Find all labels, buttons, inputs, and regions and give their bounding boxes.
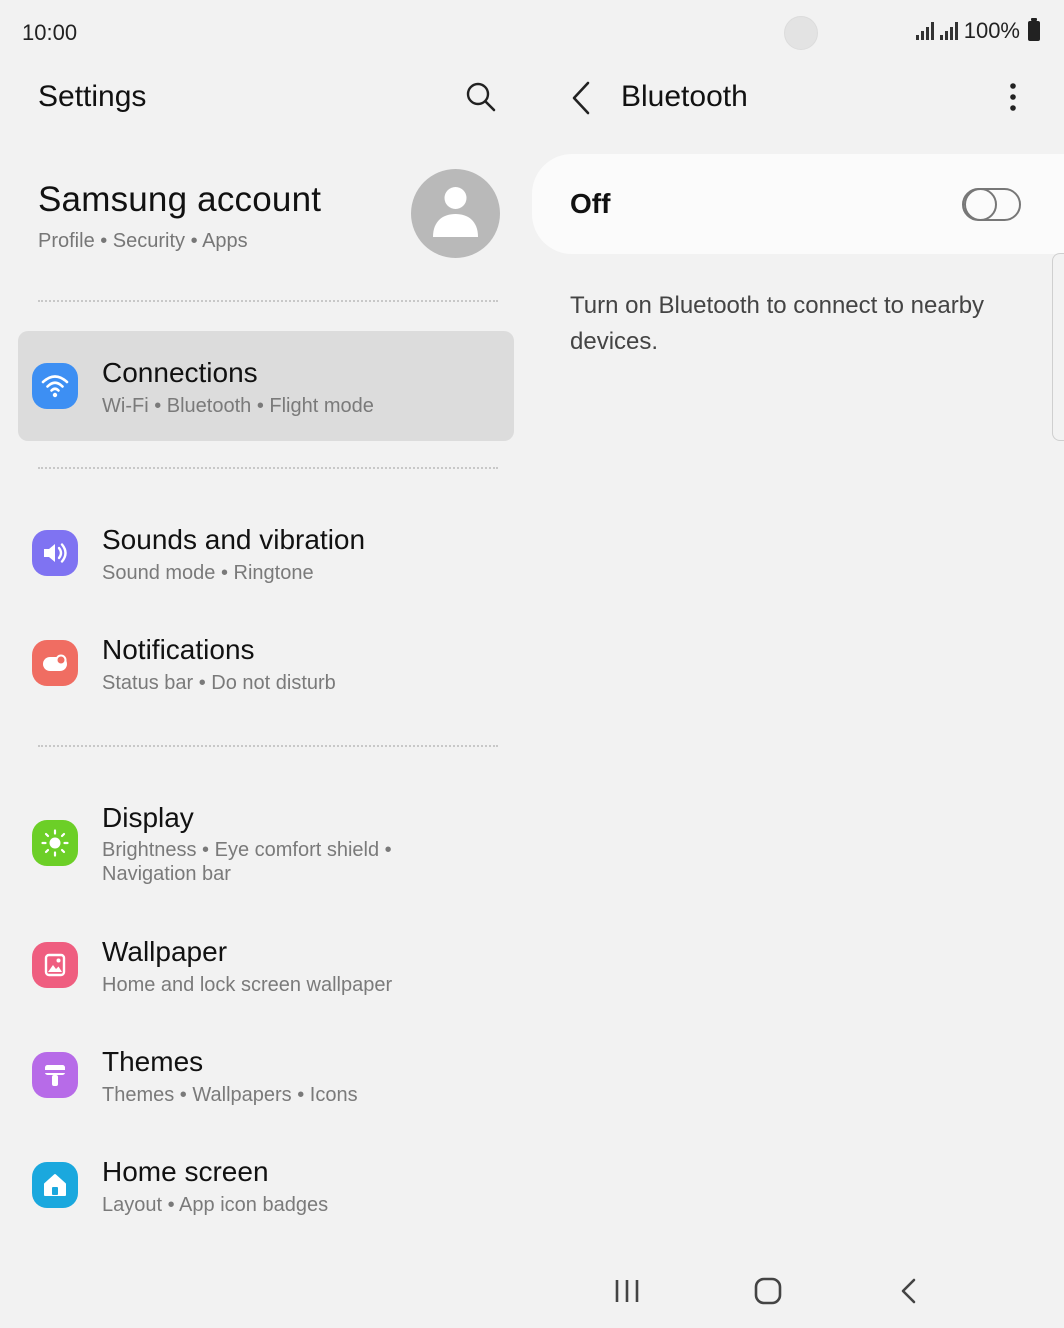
search-icon xyxy=(466,82,496,112)
divider xyxy=(38,745,498,747)
item-title: Wallpaper xyxy=(102,936,228,967)
home-icon xyxy=(754,1277,782,1305)
more-options-button[interactable] xyxy=(1000,80,1026,116)
item-title: Connections xyxy=(102,357,258,388)
front-camera xyxy=(784,16,818,50)
back-icon xyxy=(901,1278,916,1304)
back-button[interactable] xyxy=(566,78,598,118)
settings-item-connections[interactable]: Connections Wi-Fi • Bluetooth • Flight m… xyxy=(18,331,514,441)
item-subtitle-line2: Navigation bar xyxy=(102,863,231,885)
status-time: 10:00 xyxy=(22,20,78,45)
bluetooth-switch[interactable] xyxy=(962,188,1021,221)
recents-button[interactable] xyxy=(612,1268,642,1319)
search-button[interactable] xyxy=(462,78,500,116)
item-title: Home screen xyxy=(102,1156,269,1187)
divider xyxy=(38,467,498,469)
settings-item-home-screen[interactable]: Home screen Layout • App icon badges xyxy=(18,1130,514,1240)
battery-icon xyxy=(1028,18,1040,41)
item-title: Sounds and vibration xyxy=(102,524,366,555)
item-subtitle: Layout • App icon badges xyxy=(102,1194,329,1216)
wifi-icon xyxy=(32,363,78,409)
settings-item-display[interactable]: Display Brightness • Eye comfort shield … xyxy=(18,776,514,896)
sun-icon xyxy=(32,820,78,866)
bluetooth-description: Turn on Bluetooth to connect to nearby d… xyxy=(570,292,985,355)
item-subtitle: Home and lock screen wallpaper xyxy=(102,974,393,996)
item-title: Notifications xyxy=(102,634,255,665)
battery-percent: 100% xyxy=(963,18,1020,43)
more-vertical-icon xyxy=(1010,83,1016,111)
signal-icon xyxy=(915,22,934,40)
speaker-icon xyxy=(32,530,78,576)
recents-icon xyxy=(615,1280,639,1302)
switch-knob xyxy=(964,188,997,221)
item-subtitle: Sound mode • Ringtone xyxy=(102,562,314,584)
brush-icon xyxy=(32,1052,78,1098)
home-button[interactable] xyxy=(749,1268,787,1319)
item-subtitle: Brightness • Eye comfort shield • xyxy=(102,839,392,861)
status-icons: 100% xyxy=(915,18,1040,44)
home-icon xyxy=(32,1162,78,1208)
item-subtitle: Themes • Wallpapers • Icons xyxy=(102,1084,358,1106)
person-icon xyxy=(433,187,478,237)
item-title: Themes xyxy=(102,1046,204,1077)
item-title: Display xyxy=(102,802,194,833)
notification-icon xyxy=(32,640,78,686)
item-subtitle: Status bar • Do not disturb xyxy=(102,672,336,694)
screen: 10:00 100% Settings Samsung account Prof… xyxy=(0,0,1064,1328)
edge-panel-handle[interactable] xyxy=(1052,253,1064,441)
image-icon xyxy=(32,942,78,988)
samsung-account[interactable]: Samsung account Profile • Security • App… xyxy=(38,180,321,253)
settings-title: Settings xyxy=(38,80,147,113)
settings-item-themes[interactable]: Themes Themes • Wallpapers • Icons xyxy=(18,1020,514,1130)
account-title: Samsung account xyxy=(38,180,322,219)
settings-item-notifications[interactable]: Notifications Status bar • Do not distur… xyxy=(18,608,514,718)
signal-icon xyxy=(939,22,958,40)
avatar[interactable] xyxy=(411,169,500,258)
chevron-left-icon xyxy=(572,81,590,115)
divider xyxy=(38,300,498,302)
item-subtitle: Wi-Fi • Bluetooth • Flight mode xyxy=(102,395,374,417)
nav-back-button[interactable] xyxy=(894,1268,924,1319)
account-subtitle: Profile • Security • Apps xyxy=(38,230,248,252)
bluetooth-toggle-label: Off xyxy=(570,188,611,219)
page-title: Bluetooth xyxy=(621,80,748,113)
settings-item-sounds[interactable]: Sounds and vibration Sound mode • Ringto… xyxy=(18,498,514,608)
settings-item-wallpaper[interactable]: Wallpaper Home and lock screen wallpaper xyxy=(18,910,514,1020)
